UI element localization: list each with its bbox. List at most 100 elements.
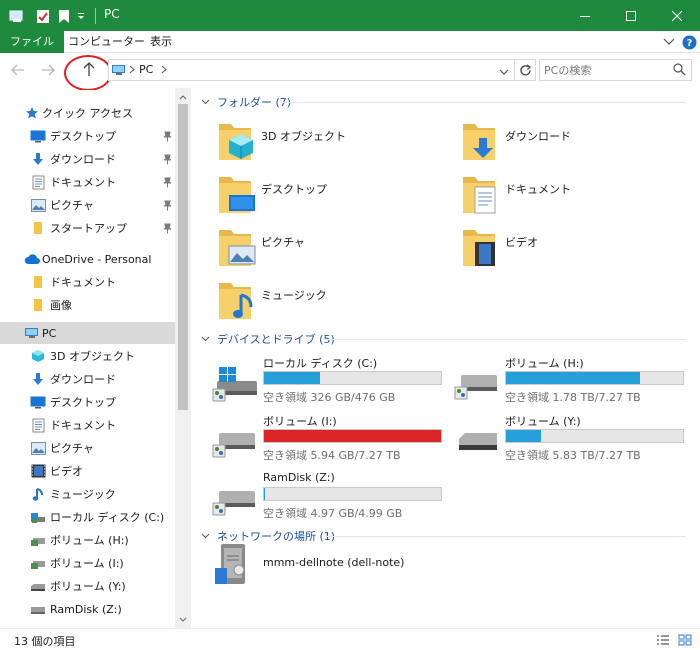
folder-downloads[interactable]: ダウンロード — [461, 120, 700, 168]
system-drive-icon — [211, 361, 259, 405]
sidebar-item-documents[interactable]: ドキュメント — [0, 171, 175, 193]
pin-icon[interactable] — [162, 130, 172, 142]
sidebar-item-pc-documents[interactable]: ドキュメント — [0, 414, 175, 436]
back-button[interactable] — [8, 61, 28, 79]
drive-usage-bar — [505, 371, 684, 385]
chevron-down-icon — [201, 533, 211, 539]
scroll-up-icon[interactable] — [175, 90, 191, 104]
documents-folder-icon — [461, 173, 501, 217]
quick-access-dropdown-icon[interactable] — [74, 7, 88, 25]
3d-objects-folder-icon — [217, 120, 257, 164]
folder-music[interactable]: ミュージック — [217, 279, 457, 327]
breadcrumb-chevron-icon[interactable] — [161, 64, 167, 77]
sidebar-item-startup[interactable]: スタートアップ — [0, 217, 175, 239]
item-count: 13 個の項目 — [14, 635, 76, 648]
address-history-dropdown-icon[interactable] — [499, 66, 509, 79]
drive-h[interactable]: ボリューム (H:) 空き領域 1.78 TB/7.27 TB — [453, 355, 693, 411]
sidebar-item-downloads[interactable]: ダウンロード — [0, 148, 175, 170]
sidebar-scrollbar[interactable] — [175, 88, 191, 628]
sidebar-item-drive-h[interactable]: ボリューム (H:) — [0, 529, 175, 551]
breadcrumb-pc[interactable]: PC — [139, 63, 153, 76]
close-button[interactable] — [654, 0, 700, 31]
large-icons-view-icon[interactable] — [677, 632, 693, 648]
drive-icon — [30, 555, 46, 571]
scrollbar-thumb[interactable] — [178, 104, 188, 410]
pin-icon[interactable] — [162, 176, 172, 188]
sidebar-item-drive-y[interactable]: ボリューム (Y:) — [0, 575, 175, 597]
maximize-button[interactable] — [608, 0, 654, 31]
music-icon — [30, 486, 46, 502]
download-folder-icon — [461, 120, 501, 164]
pc-icon — [111, 63, 127, 80]
sidebar-item-pc-videos[interactable]: ビデオ — [0, 460, 175, 482]
refresh-button[interactable] — [515, 59, 536, 81]
network-location-item[interactable]: mmm-dellnote (dell-note) — [201, 542, 501, 590]
sidebar-item-desktop[interactable]: デスクトップ — [0, 125, 175, 147]
search-input[interactable] — [544, 63, 669, 77]
drive-y[interactable]: ボリューム (Y:) 空き領域 5.83 TB/7.27 TB — [453, 413, 693, 469]
new-folder-icon[interactable] — [56, 7, 72, 25]
pictures-icon — [30, 440, 46, 456]
up-button[interactable] — [79, 60, 99, 78]
window-title: PC — [104, 7, 120, 21]
properties-icon[interactable] — [34, 7, 52, 25]
drives-section-header[interactable]: デバイスとドライブ (5) — [201, 331, 335, 347]
sidebar-item-pc[interactable]: PC — [0, 322, 175, 344]
folder-icon — [30, 297, 46, 313]
drive-icon — [30, 509, 46, 525]
folder-documents[interactable]: ドキュメント — [461, 173, 700, 221]
videos-folder-icon — [461, 226, 501, 270]
folder-pictures[interactable]: ピクチャ — [217, 226, 457, 274]
tab-file[interactable]: ファイル — [0, 31, 64, 53]
network-drive-icon — [213, 542, 253, 588]
svg-text:?: ? — [686, 38, 692, 49]
explorer-app-icon[interactable] — [8, 7, 26, 25]
sidebar-item-drive-c[interactable]: ローカル ディスク (C:) — [0, 506, 175, 528]
drive-i[interactable]: ボリューム (I:) 空き領域 5.94 GB/7.27 TB — [211, 413, 451, 469]
music-folder-icon — [217, 279, 257, 323]
forward-button[interactable] — [38, 61, 58, 79]
tab-view[interactable]: 表示 — [140, 31, 182, 53]
sidebar-item-pc-pictures[interactable]: ピクチャ — [0, 437, 175, 459]
sidebar-item-onedrive-documents[interactable]: ドキュメント — [0, 271, 175, 293]
breadcrumb-separator-icon[interactable] — [129, 64, 135, 77]
help-icon[interactable]: ? — [681, 34, 697, 50]
folder-3d-objects[interactable]: 3D オブジェクト — [217, 120, 457, 168]
pin-icon[interactable] — [162, 153, 172, 165]
sidebar-item-pictures[interactable]: ピクチャ — [0, 194, 175, 216]
sidebar-item-drive-z[interactable]: RamDisk (Z:) — [0, 598, 175, 620]
drive-usage-bar — [263, 371, 442, 385]
sidebar-quick-access[interactable]: クイック アクセス — [0, 102, 175, 124]
sidebar-item-pc-desktop[interactable]: デスクトップ — [0, 391, 175, 413]
sidebar-item-3d-objects[interactable]: 3D オブジェクト — [0, 345, 175, 367]
sidebar-item-onedrive-images[interactable]: 画像 — [0, 294, 175, 316]
sidebar-item-pc-music[interactable]: ミュージック — [0, 483, 175, 505]
videos-icon — [30, 463, 46, 479]
status-bar: 13 個の項目 — [0, 628, 700, 650]
sidebar-onedrive[interactable]: OneDrive - Personal — [0, 248, 175, 270]
drive-icon — [453, 361, 501, 405]
folder-icon — [30, 274, 46, 290]
folder-desktop[interactable]: デスクトップ — [217, 173, 457, 221]
pictures-icon — [30, 197, 46, 213]
desktop-folder-icon — [217, 173, 257, 217]
folders-section-header[interactable]: フォルダー (7) — [201, 94, 291, 110]
ribbon: ファイル コンピューター 表示 ? — [0, 31, 700, 53]
drive-c[interactable]: ローカル ディスク (C:) 空き領域 326 GB/476 GB — [211, 355, 451, 411]
ribbon-expand-icon[interactable] — [661, 34, 677, 50]
search-icon[interactable] — [673, 63, 686, 79]
pin-icon[interactable] — [162, 199, 172, 211]
download-icon — [30, 151, 46, 167]
pin-icon[interactable] — [162, 222, 172, 234]
drive-z[interactable]: RamDisk (Z:) 空き領域 4.97 GB/4.99 GB — [211, 471, 451, 527]
details-view-icon[interactable] — [655, 632, 671, 648]
address-bar[interactable]: PC — [108, 59, 515, 81]
sidebar-item-pc-downloads[interactable]: ダウンロード — [0, 368, 175, 390]
search-box[interactable] — [539, 59, 692, 81]
pc-icon — [24, 325, 40, 341]
folder-videos[interactable]: ビデオ — [461, 226, 700, 274]
scroll-down-icon[interactable] — [175, 612, 191, 626]
sidebar-item-drive-i[interactable]: ボリューム (I:) — [0, 552, 175, 574]
minimize-button[interactable] — [562, 0, 608, 31]
drive-icon — [211, 419, 259, 463]
